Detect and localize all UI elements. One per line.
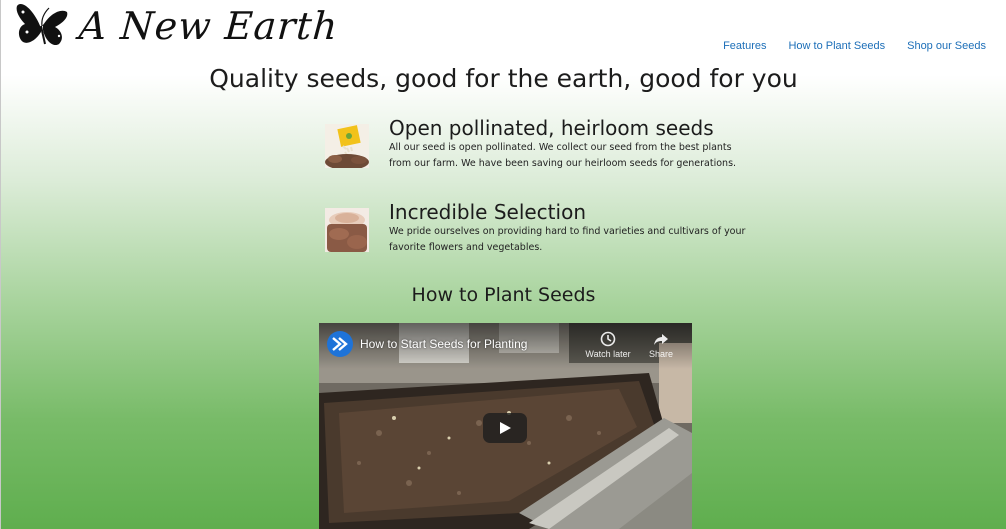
how-to-plant-heading: How to Plant Seeds <box>411 284 596 306</box>
nav-link-shop[interactable]: Shop our Seeds <box>907 40 986 52</box>
soil-hands-icon <box>325 208 369 252</box>
share-label: Share <box>648 349 674 359</box>
play-button[interactable] <box>483 413 527 443</box>
share-button[interactable]: Share <box>644 331 678 359</box>
clock-icon <box>600 331 616 347</box>
video-title[interactable]: How to Start Seeds for Planting <box>360 337 527 351</box>
nav-link-how-to-plant[interactable]: How to Plant Seeds <box>788 40 885 52</box>
site-title: A New Earth <box>77 4 340 48</box>
watch-later-button[interactable]: Watch later <box>584 331 632 359</box>
seed-packet-icon <box>325 124 369 168</box>
main-nav: Features How to Plant Seeds Shop our See… <box>723 40 986 52</box>
hero-tagline: Quality seeds, good for the earth, good … <box>209 64 798 93</box>
share-arrow-icon <box>654 334 668 345</box>
feature-selection-text: We pride ourselves on providing hard to … <box>389 226 746 253</box>
nav-link-features[interactable]: Features <box>723 40 766 52</box>
feature-heirloom-text: All our seed is open pollinated. We coll… <box>389 142 737 169</box>
video-player[interactable]: How to Start Seeds for Planting Watch la… <box>319 323 692 529</box>
channel-arrow-icon[interactable] <box>327 331 353 357</box>
play-icon <box>500 422 511 434</box>
butterfly-icon <box>16 4 68 46</box>
site-logo[interactable]: A New Earth <box>15 2 340 50</box>
feature-selection-title: Incredible Selection <box>389 200 586 224</box>
watch-later-label: Watch later <box>585 349 631 359</box>
feature-heirloom-title: Open pollinated, heirloom seeds <box>389 116 714 140</box>
